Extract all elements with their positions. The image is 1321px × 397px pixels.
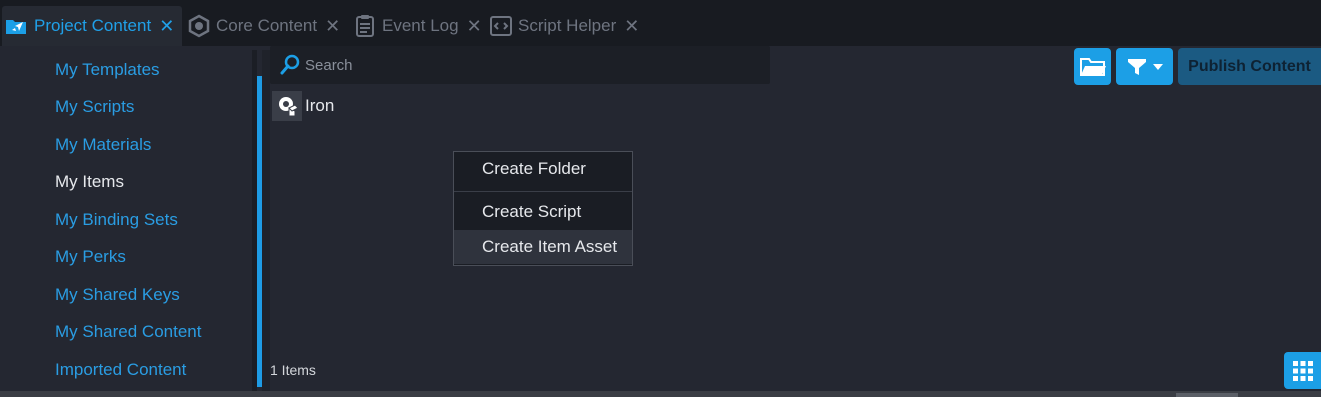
sidebar-item-my-binding-sets[interactable]: My Binding Sets	[55, 210, 178, 230]
item-count: 1 Items	[270, 362, 316, 378]
menu-item-create-script[interactable]: Create Script	[454, 195, 632, 229]
horizontal-scrollbar[interactable]	[0, 391, 1321, 397]
project-content-icon	[4, 13, 30, 39]
search-icon	[279, 54, 301, 76]
open-folder-button[interactable]	[1074, 48, 1111, 85]
sidebar-item-my-shared-content[interactable]: My Shared Content	[55, 322, 201, 342]
item-label: Iron	[305, 96, 335, 115]
sidebar-item-imported-content[interactable]: Imported Content	[55, 360, 186, 380]
close-icon[interactable]: ✕	[467, 17, 482, 35]
tab-label: Core Content	[216, 16, 318, 35]
sidebar-item-my-perks[interactable]: My Perks	[55, 247, 126, 267]
sidebar-item-my-shared-keys[interactable]: My Shared Keys	[55, 285, 180, 305]
content-edge	[262, 50, 270, 391]
menu-item-create-item-asset[interactable]: Create Item Asset	[454, 230, 632, 264]
folder-icon	[1079, 57, 1106, 76]
tab-core-content[interactable]: Core Content ✕	[186, 8, 340, 44]
grid-icon	[1292, 360, 1313, 381]
close-icon[interactable]: ✕	[159, 17, 174, 35]
item-asset-icon	[272, 91, 302, 121]
event-log-icon	[352, 13, 378, 39]
sidebar-item-my-templates[interactable]: My Templates	[55, 60, 160, 80]
sidebar-item-my-items[interactable]: My Items	[55, 172, 124, 192]
menu-item-create-folder[interactable]: Create Folder	[454, 152, 632, 186]
sidebar: My Templates My Scripts My Materials My …	[0, 46, 252, 391]
search-box[interactable]	[270, 46, 770, 84]
tab-project-content[interactable]: Project Content ✕	[2, 6, 182, 46]
chevron-down-icon	[1152, 63, 1163, 70]
script-helper-icon	[488, 13, 514, 39]
search-input[interactable]	[305, 46, 755, 84]
tab-label: Script Helper	[518, 16, 617, 35]
sidebar-item-my-scripts[interactable]: My Scripts	[55, 97, 134, 117]
tab-label: Project Content	[34, 16, 152, 35]
filter-dropdown-button[interactable]	[1116, 48, 1173, 85]
filter-icon	[1127, 58, 1146, 75]
close-icon[interactable]: ✕	[624, 17, 639, 35]
publish-content-button[interactable]: Publish Content	[1178, 48, 1321, 85]
list-item[interactable]: Iron	[272, 91, 334, 121]
grid-view-button[interactable]	[1284, 352, 1321, 389]
core-content-icon	[186, 13, 212, 39]
scrollbar-thumb[interactable]	[1176, 393, 1238, 397]
sidebar-item-my-materials[interactable]: My Materials	[55, 135, 151, 155]
tab-bar: Project Content ✕ Core Content ✕ Event L…	[0, 0, 1321, 46]
close-icon[interactable]: ✕	[325, 17, 340, 35]
menu-divider	[454, 191, 632, 192]
tab-script-helper[interactable]: Script Helper ✕	[488, 8, 639, 44]
tab-label: Event Log	[382, 16, 459, 35]
context-menu: Create Folder Create Script Create Item …	[453, 151, 633, 266]
tab-event-log[interactable]: Event Log ✕	[352, 8, 482, 44]
